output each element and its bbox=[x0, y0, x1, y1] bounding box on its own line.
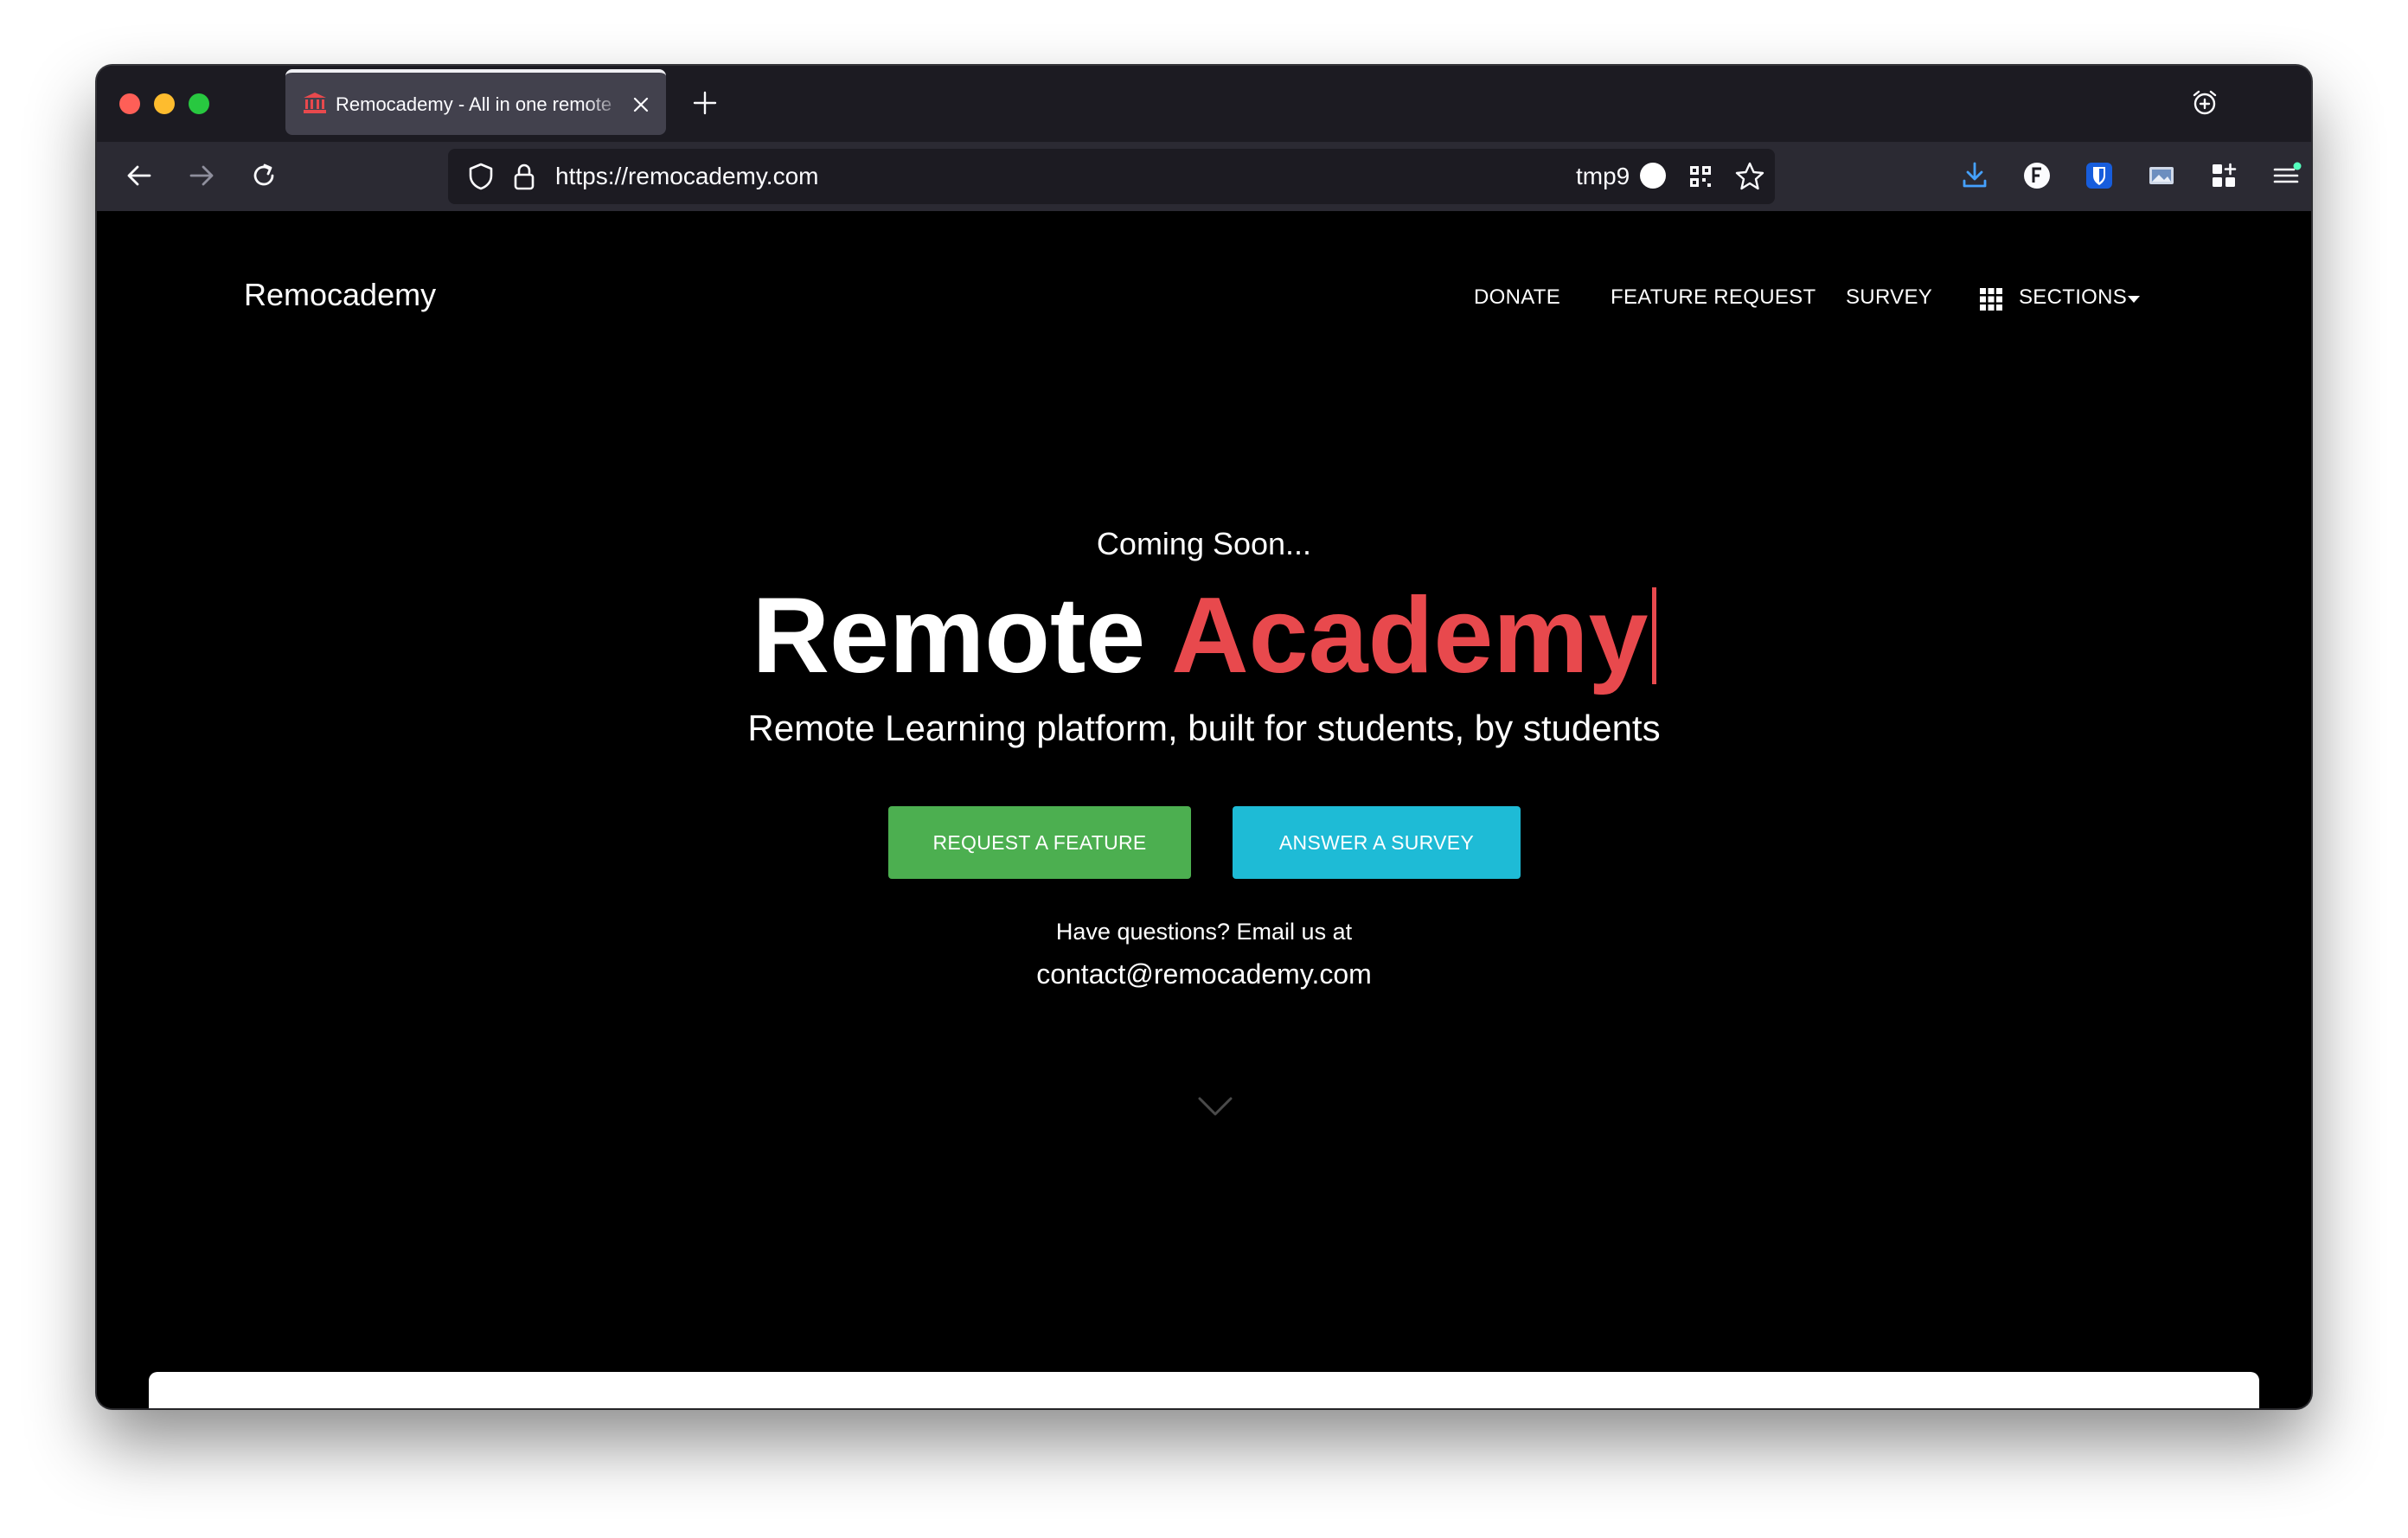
f-extension-icon[interactable] bbox=[2021, 159, 2053, 192]
nav-sections[interactable]: SECTIONS bbox=[2019, 285, 2127, 310]
back-arrow-icon[interactable] bbox=[123, 159, 156, 192]
url-bar[interactable]: https://remocademy.com tmp9 bbox=[448, 149, 1775, 204]
building-columns-icon bbox=[304, 93, 326, 113]
new-tab-plus-icon[interactable] bbox=[692, 90, 718, 116]
forward-arrow-icon[interactable] bbox=[185, 159, 218, 192]
bookmark-star-icon[interactable] bbox=[1733, 160, 1766, 193]
lock-icon[interactable] bbox=[510, 161, 538, 192]
nav-toolbar: https://remocademy.com tmp9 bbox=[97, 142, 2311, 211]
close-window-button[interactable] bbox=[119, 93, 140, 114]
reload-icon[interactable] bbox=[247, 159, 280, 192]
bitwarden-icon[interactable] bbox=[2083, 159, 2116, 192]
nav-survey[interactable]: SURVEY bbox=[1846, 285, 1932, 310]
hero-pre-title: Coming Soon... bbox=[1096, 526, 1312, 561]
nav-feature-request[interactable]: FEATURE REQUEST bbox=[1611, 285, 1816, 310]
url-text[interactable]: https://remocademy.com bbox=[555, 163, 818, 190]
minimize-window-button[interactable] bbox=[154, 93, 175, 114]
typing-cursor bbox=[1651, 587, 1656, 684]
add-widget-icon[interactable] bbox=[2207, 159, 2240, 192]
zoom-window-button[interactable] bbox=[189, 93, 209, 114]
hero-subtitle: Remote Learning platform, built for stud… bbox=[747, 708, 1661, 748]
tab-title: Remocademy - All in one remote bbox=[336, 93, 612, 115]
apps-grid-icon[interactable] bbox=[1979, 287, 2003, 311]
request-feature-button[interactable]: REQUEST A FEATURE bbox=[888, 806, 1191, 879]
nav-donate[interactable]: DONATE bbox=[1474, 285, 1560, 310]
page-content: Remocademy DONATE FEATURE REQUEST SURVEY… bbox=[97, 211, 2311, 1408]
container-indicator-icon bbox=[1640, 163, 1666, 189]
chevron-down-icon[interactable] bbox=[1197, 1095, 1233, 1118]
caret-down-icon[interactable] bbox=[2128, 296, 2140, 303]
menu-icon[interactable] bbox=[2270, 159, 2302, 192]
browser-window: Remocademy - All in one remote https://r… bbox=[97, 66, 2311, 1408]
browser-tab-active[interactable]: Remocademy - All in one remote bbox=[285, 69, 666, 135]
container-label[interactable]: tmp9 bbox=[1576, 163, 1630, 190]
hero-title-remote: Remote bbox=[752, 576, 1146, 695]
download-icon[interactable] bbox=[1958, 159, 1991, 192]
close-icon[interactable] bbox=[631, 95, 650, 114]
shield-icon[interactable] bbox=[465, 161, 496, 192]
tab-strip: Remocademy - All in one remote bbox=[97, 66, 2311, 142]
content-card bbox=[149, 1372, 2259, 1408]
answer-survey-button[interactable]: ANSWER A SURVEY bbox=[1233, 806, 1521, 879]
contact-email-link[interactable]: contact@remocademy.com bbox=[97, 958, 2311, 990]
hero-title-academy: Academy bbox=[1171, 576, 1649, 695]
qr-code-icon[interactable] bbox=[1685, 161, 1716, 192]
image-extension-icon[interactable] bbox=[2145, 159, 2178, 192]
contact-question: Have questions? Email us at bbox=[1055, 919, 1353, 945]
site-brand[interactable]: Remocademy bbox=[244, 277, 436, 313]
alarm-clock-icon[interactable] bbox=[2190, 88, 2219, 118]
hero-title: Remote Academy bbox=[97, 571, 2311, 701]
